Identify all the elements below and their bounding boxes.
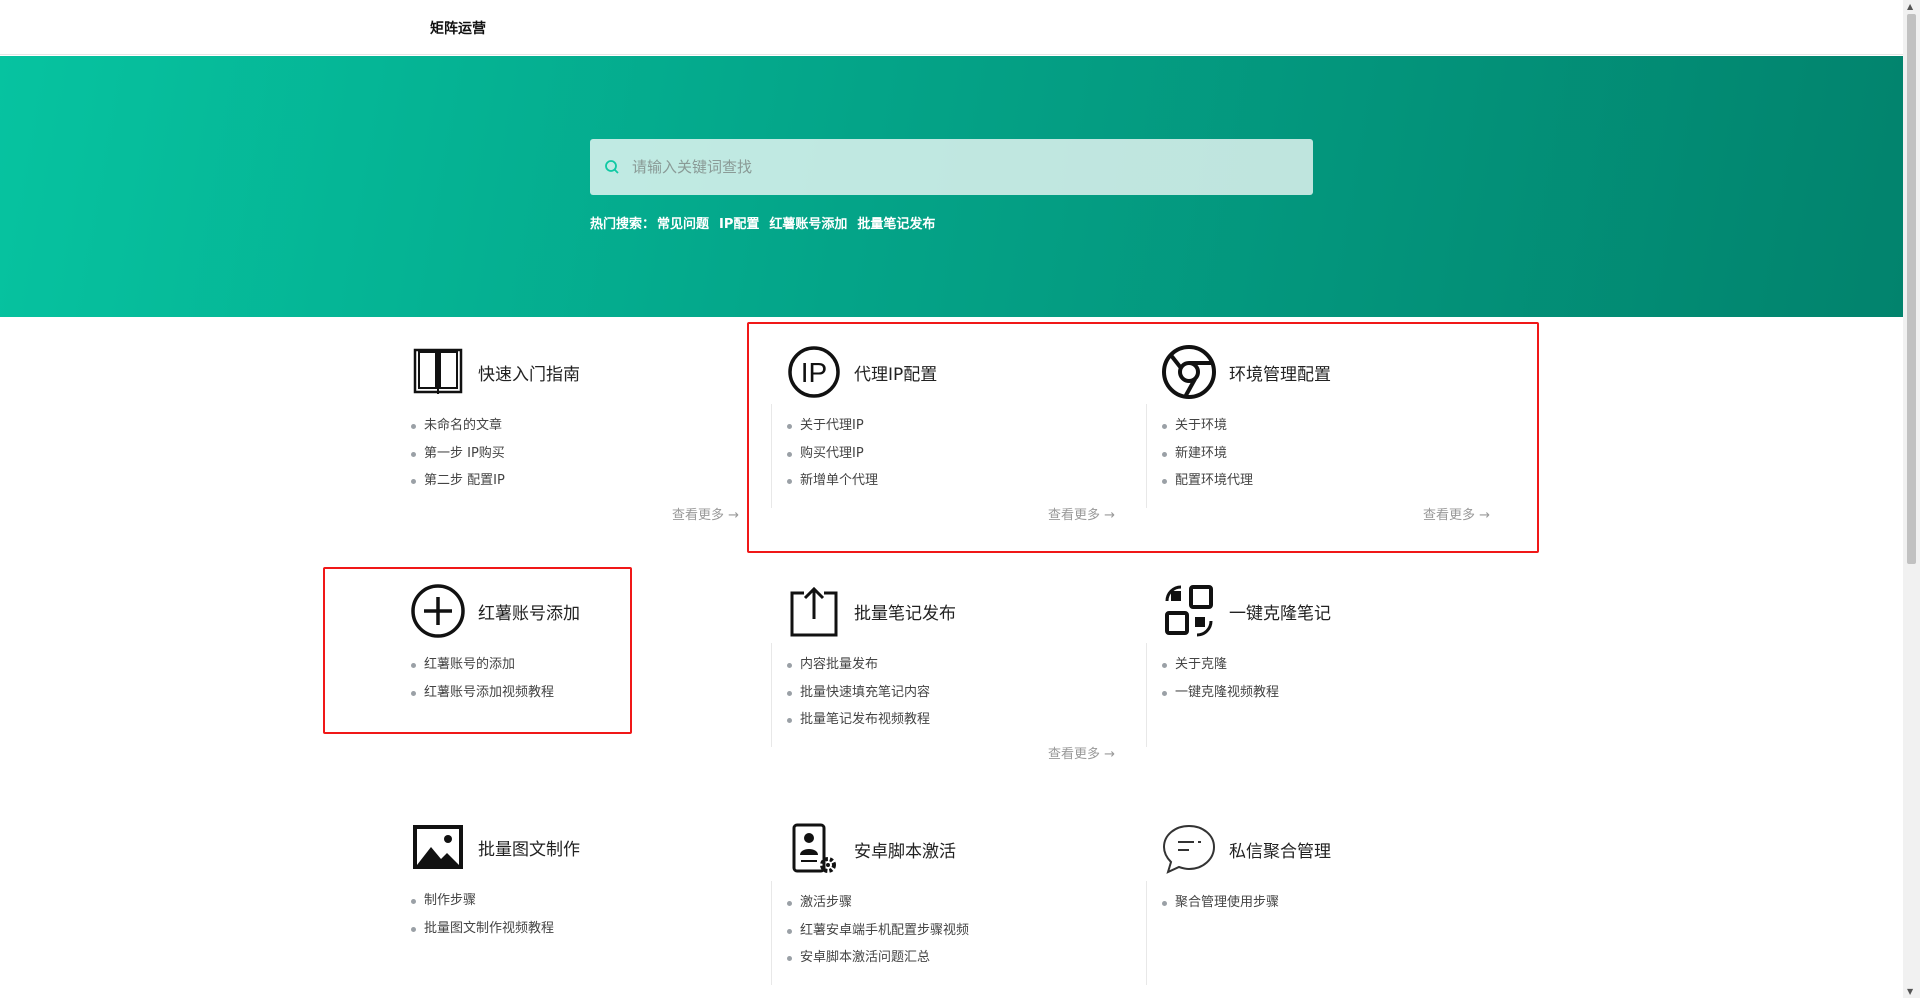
article-list: 关于克隆 一键克隆视频教程 [1161, 651, 1279, 706]
article-list: 未命名的文章 第一步 IP购买 第二步 配置IP [410, 412, 505, 495]
hot-search-link[interactable]: 批量笔记发布 [857, 213, 935, 232]
card-title[interactable]: 批量图文制作 [478, 835, 580, 860]
card-title[interactable]: 批量笔记发布 [854, 599, 956, 624]
hot-search-link[interactable]: 红薯账号添加 [769, 213, 847, 232]
image-icon[interactable] [410, 819, 466, 875]
scrollbar[interactable]: ▲ ▼ [1903, 0, 1920, 998]
search-input[interactable] [632, 158, 1282, 176]
hot-search-link[interactable]: 常见问题 [657, 213, 709, 232]
android-script-icon[interactable] [786, 821, 842, 877]
highlight-box [323, 567, 632, 734]
search-box[interactable] [590, 139, 1313, 195]
hot-searches: 热门搜索： 常见问题 IP配置 红薯账号添加 批量笔记发布 [590, 213, 935, 232]
article-list: 内容批量发布 批量快速填充笔记内容 批量笔记发布视频教程 [786, 651, 930, 734]
upload-icon[interactable] [786, 583, 842, 639]
article-link[interactable]: 内容批量发布 [786, 651, 930, 679]
logo[interactable]: 矩阵运营 [430, 18, 486, 38]
article-link[interactable]: 激活步骤 [786, 889, 969, 917]
book-icon[interactable] [410, 344, 466, 400]
article-list: 聚合管理使用步骤 [1161, 889, 1279, 917]
view-more-link[interactable]: 查看更多 → [1048, 743, 1115, 762]
card-title[interactable]: 快速入门指南 [478, 360, 580, 385]
article-link[interactable]: 第一步 IP购买 [410, 440, 505, 468]
article-link[interactable]: 关于克隆 [1161, 651, 1279, 679]
article-link[interactable]: 第二步 配置IP [410, 467, 505, 495]
article-list: 制作步骤 批量图文制作视频教程 [410, 887, 554, 942]
highlight-box [747, 322, 1539, 553]
scroll-up-icon[interactable]: ▲ [1907, 2, 1913, 11]
card-title[interactable]: 一键克隆笔记 [1229, 599, 1331, 624]
clone-icon[interactable] [1161, 583, 1217, 639]
article-link[interactable]: 安卓脚本激活问题汇总 [786, 944, 969, 972]
article-link[interactable]: 未命名的文章 [410, 412, 505, 440]
hot-search-link[interactable]: IP配置 [719, 213, 759, 232]
scroll-down-icon[interactable]: ▼ [1907, 987, 1913, 996]
article-link[interactable]: 批量快速填充笔记内容 [786, 679, 930, 707]
chat-icon[interactable] [1161, 821, 1217, 877]
article-link[interactable]: 批量图文制作视频教程 [410, 915, 554, 943]
card-title[interactable]: 私信聚合管理 [1229, 837, 1331, 862]
article-link[interactable]: 批量笔记发布视频教程 [786, 706, 930, 734]
divider [1146, 643, 1147, 747]
hot-search-label: 热门搜索： [590, 217, 656, 232]
article-link[interactable]: 聚合管理使用步骤 [1161, 889, 1279, 917]
scrollbar-thumb[interactable] [1907, 14, 1916, 564]
search-icon [605, 160, 619, 174]
article-list: 激活步骤 红薯安卓端手机配置步骤视频 安卓脚本激活问题汇总 [786, 889, 969, 972]
view-more-link[interactable]: 查看更多 → [672, 504, 739, 523]
divider [1146, 881, 1147, 985]
card-title[interactable]: 安卓脚本激活 [854, 837, 956, 862]
article-link[interactable]: 一键克隆视频教程 [1161, 679, 1279, 707]
divider [771, 881, 772, 985]
header: 矩阵运营 [0, 0, 1903, 55]
divider [771, 643, 772, 747]
hero-banner: 热门搜索： 常见问题 IP配置 红薯账号添加 批量笔记发布 [0, 56, 1903, 317]
article-link[interactable]: 制作步骤 [410, 887, 554, 915]
article-link[interactable]: 红薯安卓端手机配置步骤视频 [786, 917, 969, 945]
